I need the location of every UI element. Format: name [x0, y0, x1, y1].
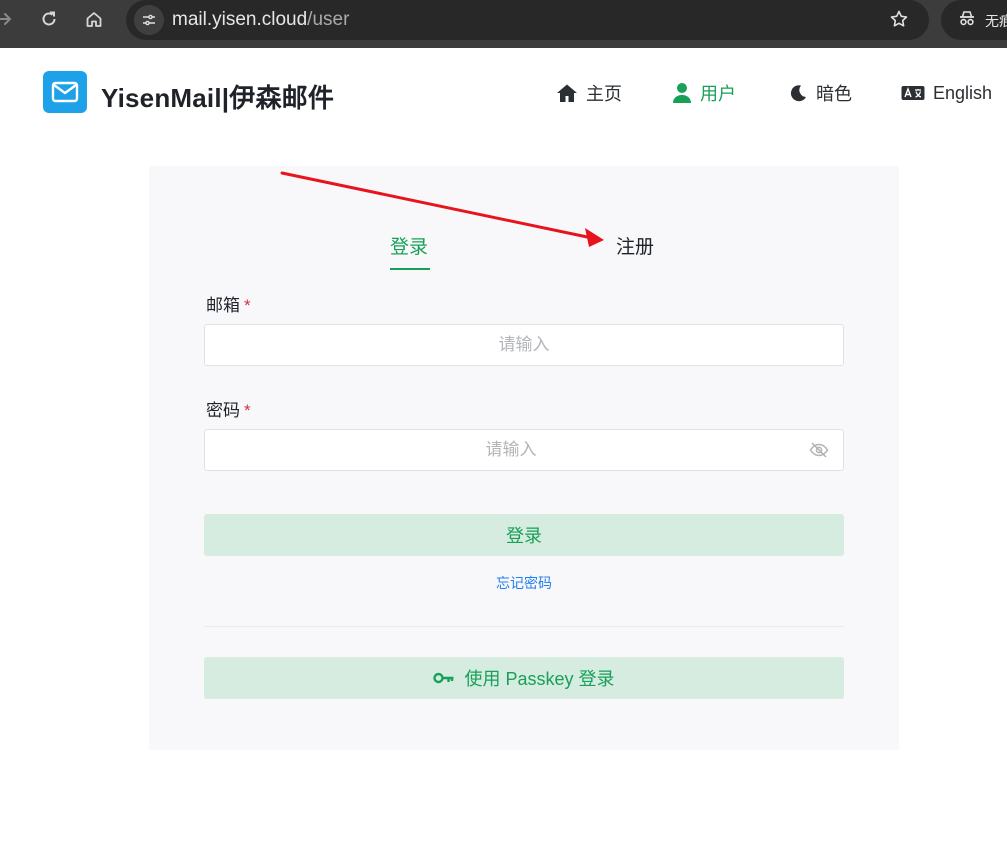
site-info-icon[interactable]: [134, 5, 164, 35]
email-label-text: 邮箱: [206, 296, 240, 315]
incognito-icon: [957, 8, 977, 33]
email-field-wrapper: [204, 324, 844, 366]
site-title[interactable]: YisenMail|伊森邮件: [101, 78, 334, 115]
required-mark: *: [244, 401, 251, 420]
nav-user-label: 用户: [700, 84, 736, 104]
incognito-profile-button[interactable]: 无痕: [941, 0, 1007, 40]
eye-off-icon[interactable]: [809, 441, 829, 464]
url-path: /user: [307, 9, 350, 30]
nav-language-label: English: [933, 82, 993, 103]
divider: [204, 626, 844, 627]
password-label-text: 密码: [206, 401, 240, 420]
login-button-label: 登录: [506, 526, 542, 546]
tab-login[interactable]: 登录: [390, 232, 428, 259]
key-icon: [433, 672, 454, 684]
password-field-wrapper: [204, 429, 844, 471]
login-button[interactable]: 登录: [204, 514, 844, 556]
profile-label: 无痕: [985, 13, 1007, 29]
required-mark: *: [244, 296, 251, 315]
mail-logo-icon[interactable]: [43, 71, 87, 113]
passkey-button-label: 使用 Passkey 登录: [464, 669, 615, 689]
moon-icon: [790, 85, 806, 102]
bookmark-star-icon[interactable]: [887, 7, 911, 31]
nav-home-label: 主页: [586, 84, 622, 104]
tab-active-indicator: [390, 268, 430, 270]
url-text[interactable]: mail.yisen.cloud/user: [172, 9, 349, 31]
nav-dark-mode[interactable]: 暗色: [788, 80, 852, 106]
email-field[interactable]: [205, 325, 843, 365]
translate-icon: [901, 86, 925, 100]
email-label: 邮箱 *: [206, 291, 251, 316]
nav-home[interactable]: 主页: [556, 80, 622, 106]
nav-user[interactable]: 用户: [672, 80, 736, 106]
nav-language[interactable]: English: [901, 80, 992, 106]
address-bar[interactable]: mail.yisen.cloud/user: [126, 0, 929, 40]
tab-register[interactable]: 注册: [616, 232, 654, 259]
forward-icon[interactable]: [0, 6, 18, 32]
nav-dark-label: 暗色: [816, 84, 852, 104]
home-page-icon[interactable]: [81, 6, 107, 32]
reload-icon[interactable]: [36, 6, 62, 32]
home-icon: [557, 84, 577, 102]
browser-toolbar: mail.yisen.cloud/user 无痕: [0, 0, 1007, 48]
password-field[interactable]: [205, 430, 843, 470]
forgot-password-link[interactable]: 忘记密码: [0, 573, 1007, 593]
url-host: mail.yisen.cloud: [172, 9, 308, 30]
user-icon: [673, 83, 691, 103]
password-label: 密码 *: [206, 396, 251, 421]
passkey-login-button[interactable]: 使用 Passkey 登录: [204, 657, 844, 699]
